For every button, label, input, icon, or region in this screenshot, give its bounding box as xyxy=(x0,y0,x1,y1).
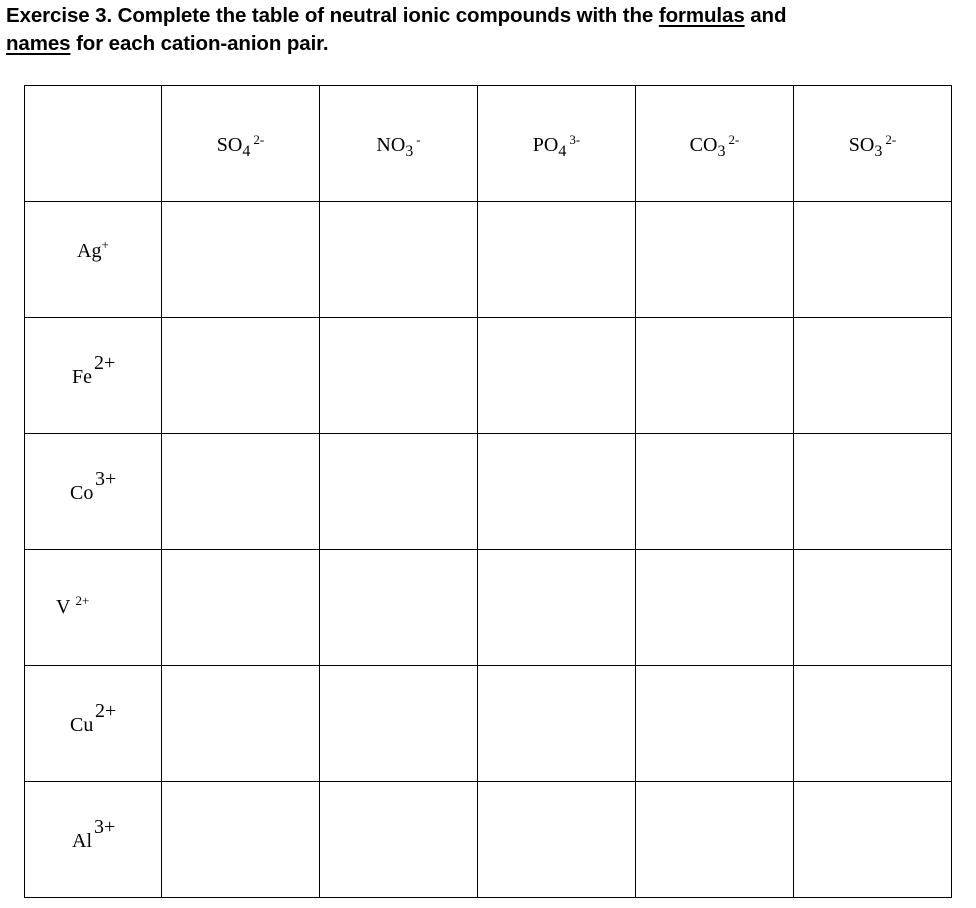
cation-charge: 2+ xyxy=(75,593,90,608)
answer-cell[interactable] xyxy=(319,433,478,550)
cation-symbol: V xyxy=(56,596,71,618)
answer-cell[interactable] xyxy=(319,317,478,434)
heading-names-underlined: names xyxy=(6,32,71,55)
cation-header-iron: Fe 2+ xyxy=(24,317,162,434)
answer-cell[interactable] xyxy=(793,433,952,550)
cation-header-aluminum: Al 3+ xyxy=(24,781,162,898)
answer-cell[interactable] xyxy=(319,665,478,782)
anion-header-nitrate: NO3- xyxy=(319,85,478,202)
answer-cell[interactable] xyxy=(793,781,952,898)
anion-header-carbonate: CO32- xyxy=(635,85,794,202)
answer-cell[interactable] xyxy=(161,201,320,318)
corner-cell xyxy=(24,85,162,202)
cation-symbol: Ag xyxy=(77,240,102,262)
cation-row-vanadium: V 2+ xyxy=(24,549,952,666)
cation-charge: 2+ xyxy=(94,352,116,374)
answer-cell[interactable] xyxy=(477,317,636,434)
anion-subscript: 4 xyxy=(242,143,251,160)
anion-header-sulfite: SO32- xyxy=(793,85,952,202)
anion-base: SO xyxy=(216,134,243,156)
answer-cell[interactable] xyxy=(477,201,636,318)
answer-cell[interactable] xyxy=(319,781,478,898)
answer-cell[interactable] xyxy=(635,433,794,550)
ionic-compounds-table: SO42- NO3- PO43- CO32- SO32- Ag+ Fe 2+ Co… xyxy=(24,85,952,898)
answer-cell[interactable] xyxy=(635,549,794,666)
cation-row-cobalt: Co 3+ xyxy=(24,433,952,550)
cation-symbol: Co xyxy=(70,482,94,504)
answer-cell[interactable] xyxy=(319,201,478,318)
answer-cell[interactable] xyxy=(161,549,320,666)
anion-subscript: 3 xyxy=(874,143,883,160)
answer-cell[interactable] xyxy=(635,201,794,318)
anion-charge: 3- xyxy=(569,132,581,147)
answer-cell[interactable] xyxy=(477,433,636,550)
answer-cell[interactable] xyxy=(793,665,952,782)
cation-row-aluminum: Al 3+ xyxy=(24,781,952,898)
answer-cell[interactable] xyxy=(477,781,636,898)
anion-charge: 2- xyxy=(885,132,897,147)
cation-header-silver: Ag+ xyxy=(24,201,162,318)
cation-symbol: Cu xyxy=(70,714,94,736)
cation-symbol: Fe xyxy=(72,366,92,388)
anion-header-phosphate: PO43- xyxy=(477,85,636,202)
heading-formulas-underlined: formulas xyxy=(658,4,745,27)
anion-header-row: SO42- NO3- PO43- CO32- SO32- xyxy=(24,85,952,202)
answer-cell[interactable] xyxy=(161,433,320,550)
anion-base: CO xyxy=(689,134,718,156)
answer-cell[interactable] xyxy=(635,781,794,898)
cation-header-copper: Cu 2+ xyxy=(24,665,162,782)
anion-base: SO xyxy=(848,134,875,156)
anion-base: PO xyxy=(532,134,559,156)
cation-charge: + xyxy=(101,237,109,252)
answer-cell[interactable] xyxy=(161,781,320,898)
answer-cell[interactable] xyxy=(793,201,952,318)
anion-header-sulfate: SO42- xyxy=(161,85,320,202)
cation-row-silver: Ag+ xyxy=(24,201,952,318)
answer-cell[interactable] xyxy=(161,665,320,782)
answer-cell[interactable] xyxy=(635,665,794,782)
exercise-heading: Exercise 3. Complete the table of neutra… xyxy=(6,2,966,58)
cation-header-vanadium: V 2+ xyxy=(24,549,162,666)
answer-cell[interactable] xyxy=(477,549,636,666)
anion-subscript: 4 xyxy=(558,143,567,160)
answer-cell[interactable] xyxy=(793,317,952,434)
anion-subscript: 3 xyxy=(405,143,414,160)
cation-charge: 2+ xyxy=(95,700,117,722)
cation-charge: 3+ xyxy=(94,816,116,838)
answer-cell[interactable] xyxy=(161,317,320,434)
anion-charge: 2- xyxy=(728,132,740,147)
heading-prefix: Exercise 3. Complete the table of neutra… xyxy=(6,4,659,27)
answer-cell[interactable] xyxy=(793,549,952,666)
heading-and: and xyxy=(744,4,787,27)
anion-base: NO xyxy=(376,134,406,156)
answer-cell[interactable] xyxy=(319,549,478,666)
cation-row-copper: Cu 2+ xyxy=(24,665,952,782)
cation-header-cobalt: Co 3+ xyxy=(24,433,162,550)
answer-cell[interactable] xyxy=(477,665,636,782)
cation-charge: 3+ xyxy=(95,468,117,490)
answer-cell[interactable] xyxy=(635,317,794,434)
anion-charge: - xyxy=(416,132,421,147)
cation-symbol: Al xyxy=(72,830,92,852)
anion-charge: 2- xyxy=(253,132,265,147)
heading-suffix: for each cation-anion pair. xyxy=(70,32,329,55)
cation-row-iron: Fe 2+ xyxy=(24,317,952,434)
anion-subscript: 3 xyxy=(717,143,726,160)
